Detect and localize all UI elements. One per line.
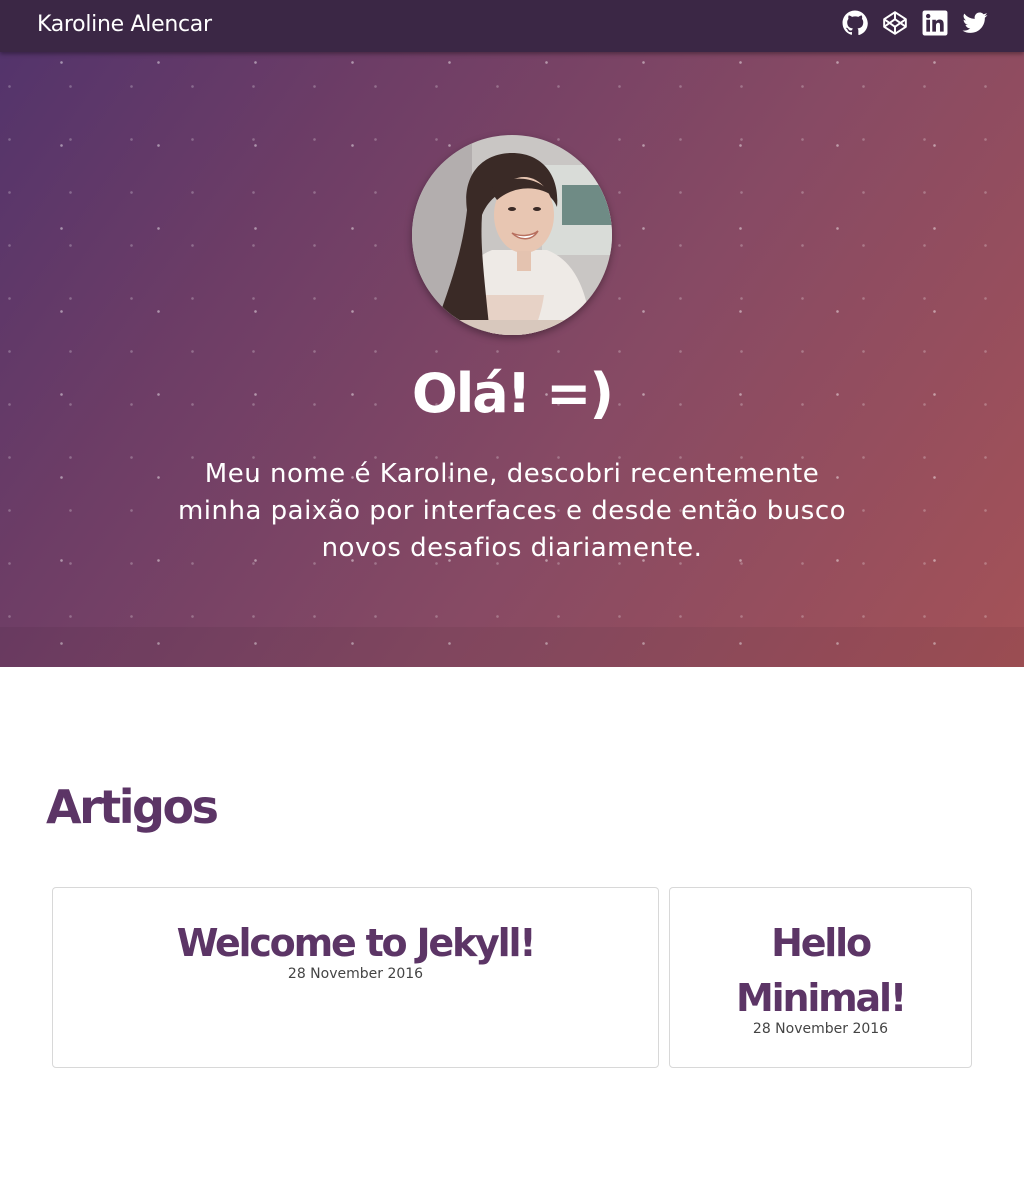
social-links [842, 10, 988, 36]
codepen-link[interactable] [882, 10, 908, 36]
linkedin-link[interactable] [922, 10, 948, 36]
article-date: 28 November 2016 [287, 966, 424, 982]
article-title: Welcome to Jekyll! [176, 921, 537, 965]
twitter-link[interactable] [962, 10, 988, 36]
github-icon [842, 10, 868, 36]
hero-intro-text: Meu nome é Karoline, descobri recentemen… [177, 459, 847, 563]
article-date: 28 November 2016 [752, 1021, 889, 1037]
article-card[interactable]: Hello Minimal! 28 November 2016 [669, 887, 972, 1068]
site-brand-link[interactable]: Karoline Alencar [37, 12, 212, 37]
linkedin-icon [922, 10, 948, 36]
hero-bottom-band [0, 627, 1024, 667]
profile-avatar [412, 135, 612, 335]
codepen-icon [883, 11, 907, 35]
hero-title: Olá! =) [411, 362, 614, 425]
twitter-icon [962, 12, 988, 33]
github-link[interactable] [842, 10, 868, 36]
top-navigation-bar: Karoline Alencar [0, 0, 1024, 52]
profile-photo [412, 135, 612, 335]
hero-banner: Olá! =) Meu nome é Karoline, descobri re… [0, 0, 1024, 667]
articles-section-title: Artigos [46, 780, 219, 834]
article-card[interactable]: Welcome to Jekyll! 28 November 2016 [52, 887, 659, 1068]
article-title: Hello Minimal! [736, 921, 907, 1020]
